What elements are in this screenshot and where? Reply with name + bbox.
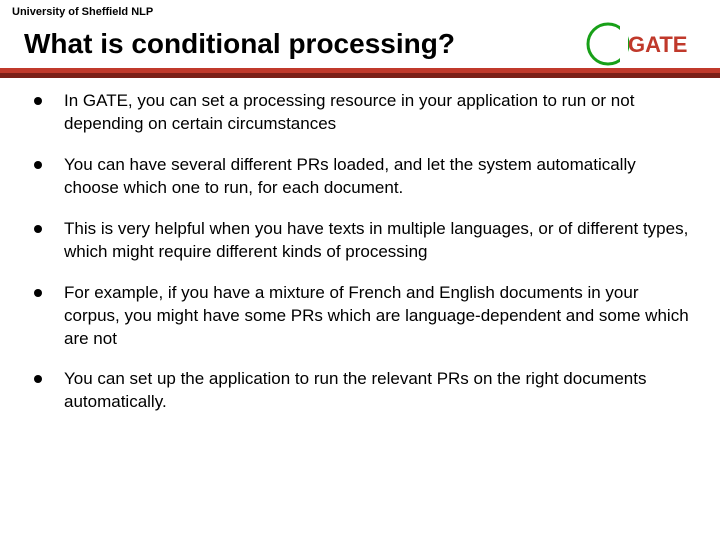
divider-bars bbox=[0, 68, 720, 78]
list-item: You can have several different PRs loade… bbox=[28, 154, 692, 200]
bullet-list: In GATE, you can set a processing resour… bbox=[28, 90, 692, 414]
slide-title: What is conditional processing? bbox=[24, 28, 455, 60]
title-row: What is conditional processing? GATE bbox=[0, 18, 720, 66]
logo-text: GATE bbox=[628, 32, 687, 57]
slide-content: In GATE, you can set a processing resour… bbox=[0, 78, 720, 414]
list-item: In GATE, you can set a processing resour… bbox=[28, 90, 692, 136]
list-item: This is very helpful when you have texts… bbox=[28, 218, 692, 264]
list-item: You can set up the application to run th… bbox=[28, 368, 692, 414]
affiliation-text: University of Sheffield NLP bbox=[0, 0, 720, 18]
list-item: For example, if you have a mixture of Fr… bbox=[28, 282, 692, 351]
gate-logo: GATE bbox=[586, 22, 696, 66]
